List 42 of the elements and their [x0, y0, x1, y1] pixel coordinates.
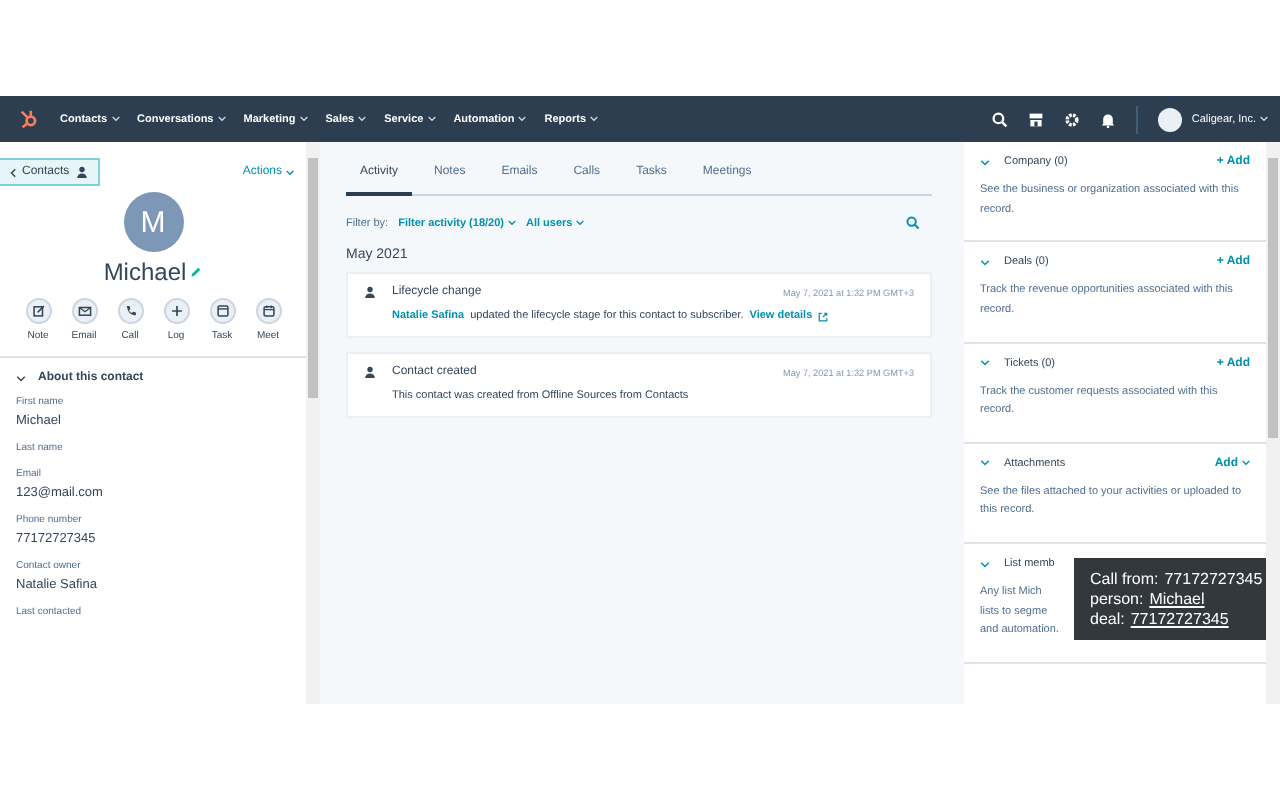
- person-icon[interactable]: [75, 166, 88, 178]
- person-icon: [364, 286, 376, 298]
- chevron-down-icon[interactable]: [980, 259, 990, 266]
- chevron-down-icon[interactable]: [980, 159, 990, 165]
- caret-icon[interactable]: [507, 220, 516, 226]
- chevron-down-icon[interactable]: [980, 360, 990, 366]
- tooltip-label: deal:: [1090, 610, 1125, 628]
- scrollbar[interactable]: [1266, 142, 1280, 704]
- chevron-left-icon[interactable]: [10, 167, 16, 177]
- plus-icon[interactable]: [169, 304, 183, 318]
- person-icon: [364, 366, 376, 378]
- scrollbar[interactable]: [306, 142, 320, 704]
- tooltip-link[interactable]: 77172727345: [1130, 610, 1229, 628]
- envelope-icon[interactable]: [77, 304, 91, 318]
- marketplace-icon[interactable]: [1027, 111, 1044, 127]
- account-avatar[interactable]: [1157, 107, 1182, 131]
- caret-icon[interactable]: [286, 169, 294, 175]
- settings-icon[interactable]: [1063, 111, 1080, 127]
- caret-icon[interactable]: [1242, 460, 1250, 467]
- quick-action-button[interactable]: [117, 298, 143, 324]
- window-icon[interactable]: [215, 304, 229, 318]
- tooltip-label: person:: [1090, 590, 1144, 608]
- quick-action-button[interactable]: [255, 298, 281, 324]
- phone-icon[interactable]: [123, 304, 137, 318]
- caret-icon[interactable]: [576, 220, 585, 226]
- tooltip-value: 77172727345: [1164, 570, 1263, 588]
- chevron-down-icon[interactable]: [980, 561, 990, 567]
- notification-bell-icon[interactable]: [1099, 111, 1116, 127]
- contact-avatar: M: [123, 192, 183, 252]
- pencil-square-icon[interactable]: [31, 304, 45, 318]
- tooltip-link[interactable]: Michael: [1149, 590, 1205, 608]
- contact-name: Michael: [103, 258, 187, 286]
- quick-action-button[interactable]: [209, 298, 235, 324]
- quick-action-button[interactable]: [25, 298, 51, 324]
- sprocket-logo-icon[interactable]: [18, 108, 40, 130]
- calendar-icon[interactable]: [261, 304, 275, 318]
- quick-action-button[interactable]: [71, 298, 97, 324]
- quick-action-button[interactable]: [163, 298, 189, 324]
- chevron-down-icon[interactable]: [980, 460, 990, 467]
- external-link-icon[interactable]: [818, 311, 829, 321]
- tooltip-label: Call from:: [1090, 570, 1159, 588]
- chevron-down-icon[interactable]: [16, 375, 26, 381]
